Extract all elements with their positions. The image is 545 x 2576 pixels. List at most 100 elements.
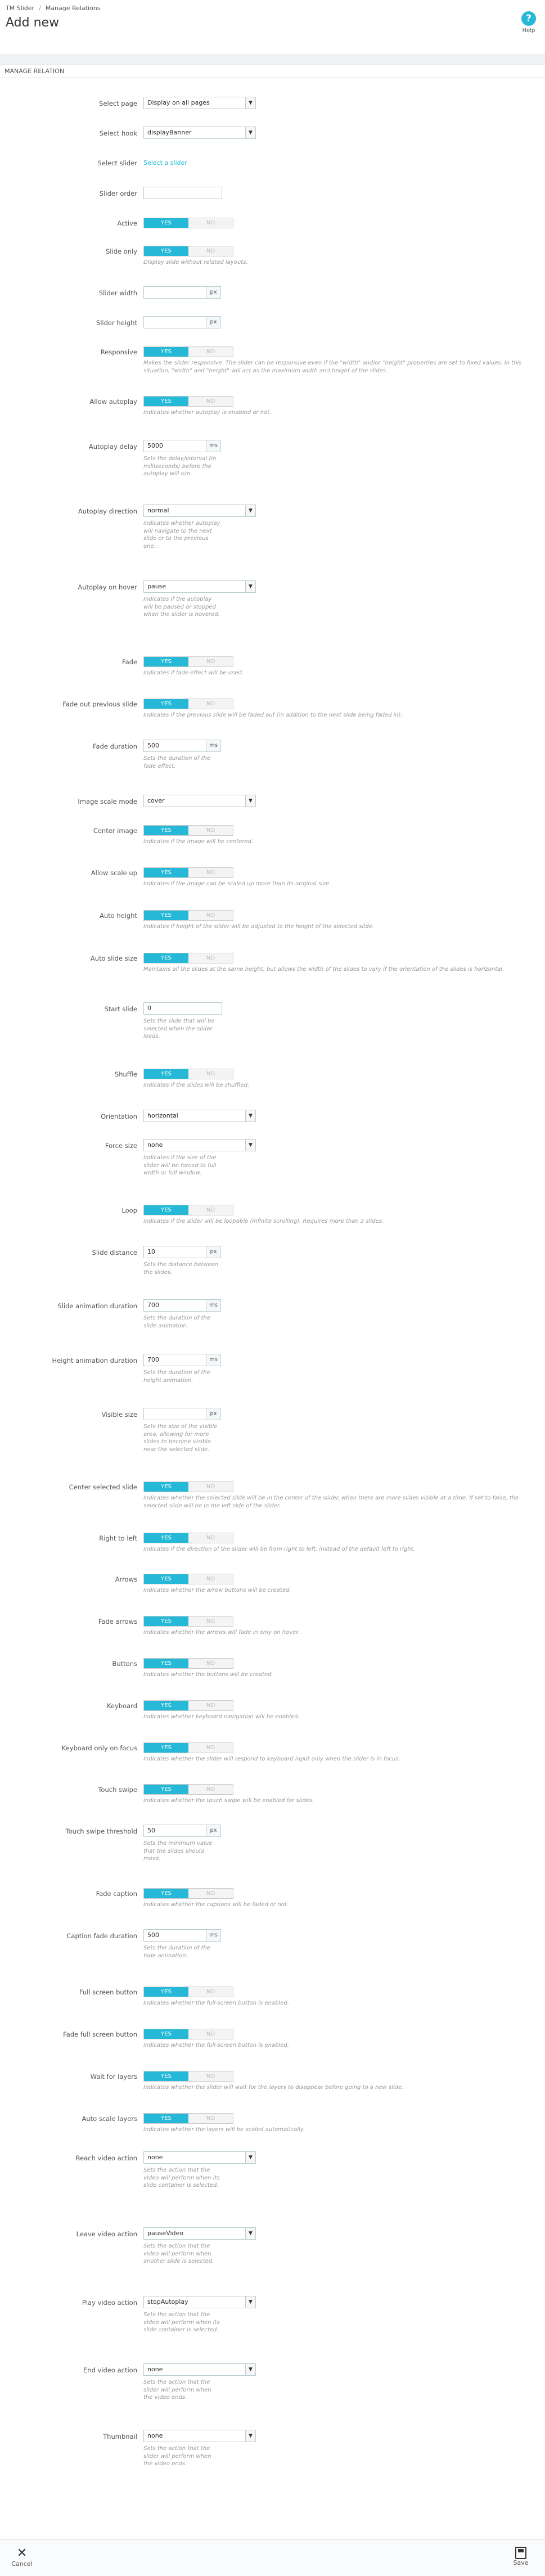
fade-caption-yes[interactable]: YES bbox=[144, 1889, 188, 1898]
allow-autoplay-yes[interactable]: YES bbox=[144, 397, 188, 406]
fade-full-screen-button-toggle[interactable]: YES NO bbox=[143, 2029, 233, 2039]
save-button[interactable]: Save bbox=[507, 2547, 535, 2566]
active-toggle[interactable]: YES NO bbox=[143, 218, 233, 228]
auto-height-no[interactable]: NO bbox=[188, 911, 233, 920]
allow-autoplay-no[interactable]: NO bbox=[188, 397, 233, 406]
visible-size-input[interactable] bbox=[143, 1408, 206, 1420]
touch-swipe-yes[interactable]: YES bbox=[144, 1785, 188, 1794]
slide-only-yes[interactable]: YES bbox=[144, 246, 188, 256]
fade-full-screen-button-yes[interactable]: YES bbox=[144, 2029, 188, 2039]
right-to-left-yes[interactable]: YES bbox=[144, 1533, 188, 1543]
orientation-select[interactable]: horizontal ▼ bbox=[143, 1110, 256, 1122]
loop-toggle[interactable]: YES NO bbox=[143, 1205, 233, 1215]
slide-only-toggle[interactable]: YES NO bbox=[143, 246, 233, 256]
touch-swipe-no[interactable]: NO bbox=[188, 1785, 233, 1794]
shuffle-toggle[interactable]: YES NO bbox=[143, 1069, 233, 1079]
active-no[interactable]: NO bbox=[188, 218, 233, 228]
touch-swipe-toggle[interactable]: YES NO bbox=[143, 1784, 233, 1795]
fade-duration-input[interactable]: 500 bbox=[143, 740, 206, 752]
keyboard-toggle[interactable]: YES NO bbox=[143, 1700, 233, 1711]
slider-order-input[interactable] bbox=[143, 187, 222, 199]
auto-height-toggle[interactable]: YES NO bbox=[143, 910, 233, 921]
leave-video-action-select[interactable]: pauseVideo ▼ bbox=[143, 2227, 256, 2240]
full-screen-button-toggle[interactable]: YES NO bbox=[143, 1987, 233, 1997]
shuffle-yes[interactable]: YES bbox=[144, 1069, 188, 1079]
arrows-yes[interactable]: YES bbox=[144, 1574, 188, 1584]
fade-out-previous-no[interactable]: NO bbox=[188, 699, 233, 709]
buttons-toggle[interactable]: YES NO bbox=[143, 1658, 233, 1669]
keyboard-only-on-focus-toggle[interactable]: YES NO bbox=[143, 1742, 233, 1753]
auto-scale-layers-yes[interactable]: YES bbox=[144, 2114, 188, 2123]
arrows-no[interactable]: NO bbox=[188, 1574, 233, 1584]
autoplay-on-hover-select[interactable]: pause ▼ bbox=[143, 580, 256, 593]
loop-yes[interactable]: YES bbox=[144, 1205, 188, 1215]
right-to-left-toggle[interactable]: YES NO bbox=[143, 1533, 233, 1543]
auto-slide-size-yes[interactable]: YES bbox=[144, 953, 188, 963]
touch-swipe-threshold-input[interactable]: 50 bbox=[143, 1825, 206, 1837]
allow-autoplay-toggle[interactable]: YES NO bbox=[143, 396, 233, 407]
shuffle-no[interactable]: NO bbox=[188, 1069, 233, 1079]
right-to-left-no[interactable]: NO bbox=[188, 1533, 233, 1543]
auto-scale-layers-toggle[interactable]: YES NO bbox=[143, 2113, 233, 2124]
active-yes[interactable]: YES bbox=[144, 218, 188, 228]
slider-width-input[interactable] bbox=[143, 286, 206, 299]
allow-scale-up-toggle[interactable]: YES NO bbox=[143, 867, 233, 878]
arrows-toggle[interactable]: YES NO bbox=[143, 1574, 233, 1584]
auto-height-yes[interactable]: YES bbox=[144, 911, 188, 920]
select-hook-select[interactable]: displayBanner ▼ bbox=[143, 127, 256, 139]
wait-for-layers-no[interactable]: NO bbox=[188, 2071, 233, 2081]
responsive-no[interactable]: NO bbox=[188, 347, 233, 357]
center-image-yes[interactable]: YES bbox=[144, 826, 188, 835]
auto-slide-size-toggle[interactable]: YES NO bbox=[143, 953, 233, 963]
end-video-action-select[interactable]: none ▼ bbox=[143, 2363, 256, 2376]
autoplay-direction-select[interactable]: normal ▼ bbox=[143, 505, 256, 517]
fade-arrows-yes[interactable]: YES bbox=[144, 1616, 188, 1626]
allow-scale-up-yes[interactable]: YES bbox=[144, 868, 188, 877]
select-slider-link[interactable]: Select a slider bbox=[143, 159, 187, 166]
center-image-no[interactable]: NO bbox=[188, 826, 233, 835]
allow-scale-up-no[interactable]: NO bbox=[188, 868, 233, 877]
breadcrumb-item-manage-relations[interactable]: Manage Relations bbox=[46, 4, 101, 12]
fade-toggle[interactable]: YES NO bbox=[143, 656, 233, 667]
wait-for-layers-yes[interactable]: YES bbox=[144, 2071, 188, 2081]
buttons-no[interactable]: NO bbox=[188, 1659, 233, 1668]
fade-no[interactable]: NO bbox=[188, 657, 233, 666]
full-screen-button-no[interactable]: NO bbox=[188, 1987, 233, 1997]
fade-caption-no[interactable]: NO bbox=[188, 1889, 233, 1898]
center-selected-slide-toggle[interactable]: YES NO bbox=[143, 1481, 233, 1492]
responsive-yes[interactable]: YES bbox=[144, 347, 188, 357]
loop-no[interactable]: NO bbox=[188, 1205, 233, 1215]
slide-animation-duration-input[interactable]: 700 bbox=[143, 1299, 206, 1312]
thumbnail-select[interactable]: none ▼ bbox=[143, 2430, 256, 2442]
keyboard-no[interactable]: NO bbox=[188, 1701, 233, 1710]
responsive-toggle[interactable]: YES NO bbox=[143, 346, 233, 357]
fade-out-previous-yes[interactable]: YES bbox=[144, 699, 188, 709]
autoplay-delay-input[interactable]: 5000 bbox=[143, 440, 206, 452]
slider-height-input[interactable] bbox=[143, 316, 206, 328]
keyboard-only-on-focus-no[interactable]: NO bbox=[188, 1743, 233, 1753]
force-size-select[interactable]: none ▼ bbox=[143, 1139, 256, 1151]
select-page-select[interactable]: Display on all pages ▼ bbox=[143, 97, 256, 109]
image-scale-mode-select[interactable]: cover ▼ bbox=[143, 795, 256, 807]
play-video-action-select[interactable]: stopAutoplay ▼ bbox=[143, 2296, 256, 2308]
caption-fade-duration-input[interactable]: 500 bbox=[143, 1929, 206, 1942]
slide-only-no[interactable]: NO bbox=[188, 246, 233, 256]
height-animation-duration-input[interactable]: 700 bbox=[143, 1354, 206, 1366]
wait-for-layers-toggle[interactable]: YES NO bbox=[143, 2071, 233, 2082]
keyboard-yes[interactable]: YES bbox=[144, 1701, 188, 1710]
buttons-yes[interactable]: YES bbox=[144, 1659, 188, 1668]
center-selected-slide-no[interactable]: NO bbox=[188, 1482, 233, 1492]
center-selected-slide-yes[interactable]: YES bbox=[144, 1482, 188, 1492]
cancel-button[interactable]: ✕ Cancel bbox=[8, 2547, 36, 2568]
auto-slide-size-no[interactable]: NO bbox=[188, 953, 233, 963]
breadcrumb-item-tm-slider[interactable]: TM Slider bbox=[6, 4, 34, 12]
fade-caption-toggle[interactable]: YES NO bbox=[143, 1888, 233, 1899]
center-image-toggle[interactable]: YES NO bbox=[143, 825, 233, 836]
start-slide-input[interactable]: 0 bbox=[143, 1002, 222, 1015]
keyboard-only-on-focus-yes[interactable]: YES bbox=[144, 1743, 188, 1753]
auto-scale-layers-no[interactable]: NO bbox=[188, 2114, 233, 2123]
fade-yes[interactable]: YES bbox=[144, 657, 188, 666]
full-screen-button-yes[interactable]: YES bbox=[144, 1987, 188, 1997]
slide-distance-input[interactable]: 10 bbox=[143, 1246, 206, 1258]
reach-video-action-select[interactable]: none ▼ bbox=[143, 2151, 256, 2164]
